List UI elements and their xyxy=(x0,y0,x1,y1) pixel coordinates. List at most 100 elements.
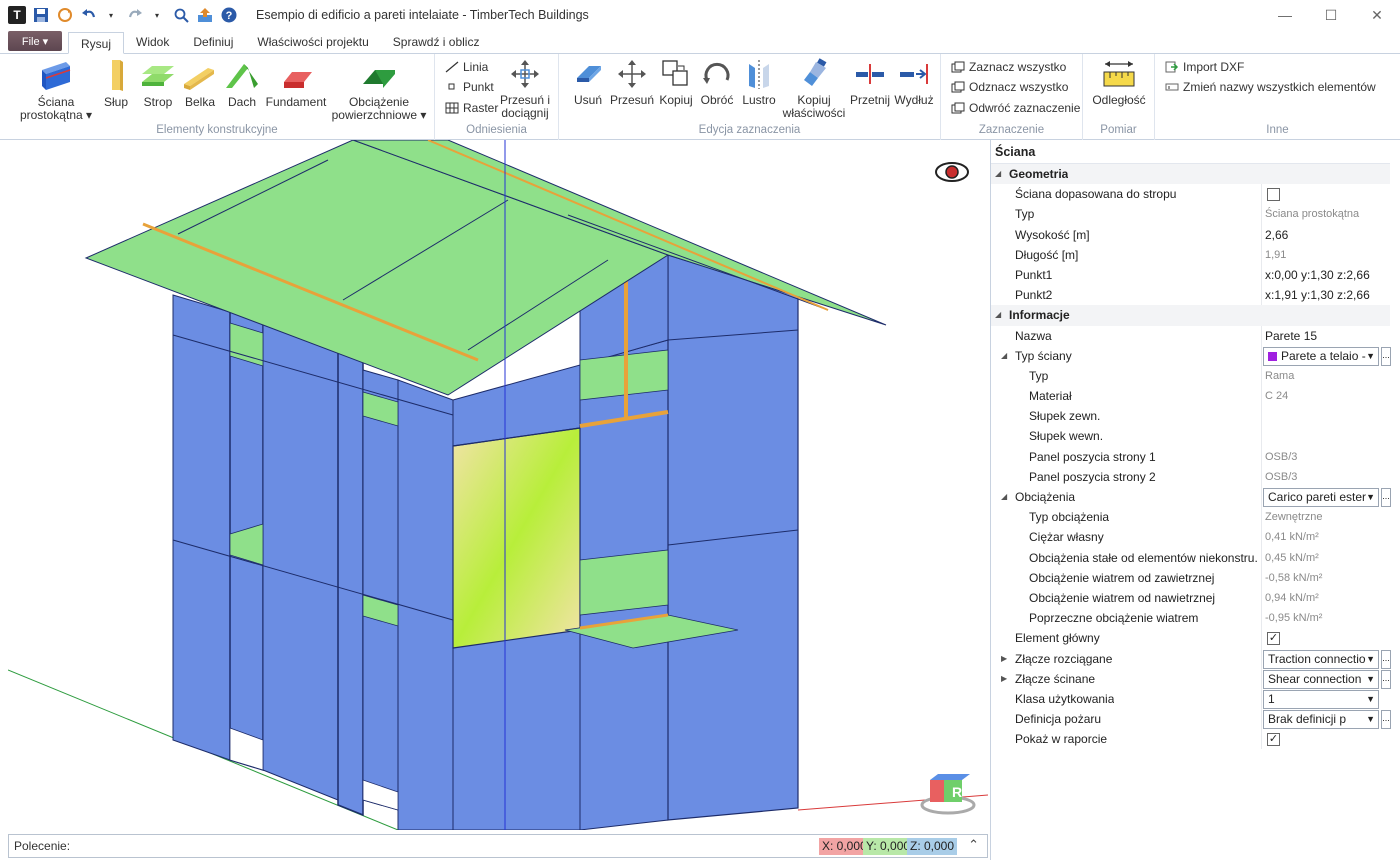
row-expander-icon[interactable]: ▶ xyxy=(1001,649,1007,669)
tab-project-properties[interactable]: Właściwości projektu xyxy=(245,31,380,53)
undo-dropdown-icon[interactable]: ▾ xyxy=(102,6,120,24)
property-dropdown[interactable]: Shear connection ▼ xyxy=(1263,669,1379,689)
building-model[interactable]: R xyxy=(8,140,988,830)
left-wall-panel-4[interactable] xyxy=(337,342,364,817)
row-expander-icon[interactable]: ◢ xyxy=(1001,346,1007,366)
select-all-button[interactable]: Zaznacz wszystko xyxy=(951,58,1066,76)
copy-button[interactable]: Kopiuj xyxy=(657,58,695,107)
zoom-icon[interactable] xyxy=(172,6,190,24)
group-structural-elements: Ściana prostokątna ▾ Słup Strop Belka Da… xyxy=(0,54,435,140)
property-dropdown[interactable]: Traction connectio ▼ xyxy=(1263,649,1379,669)
property-checkbox[interactable]: ✓ xyxy=(1267,733,1280,747)
deselect-all-icon xyxy=(951,81,965,93)
rename-icon xyxy=(1165,83,1179,91)
more-button[interactable]: ... xyxy=(1381,488,1391,507)
minimize-button[interactable]: — xyxy=(1262,0,1308,30)
snap-line-label: Linia xyxy=(463,60,489,74)
row-expander-icon[interactable]: ▶ xyxy=(1001,669,1007,689)
save-icon[interactable] xyxy=(32,6,50,24)
more-button[interactable]: ... xyxy=(1381,649,1391,669)
property-value[interactable]: x:0,00 y:1,30 z:2,66 xyxy=(1265,265,1387,285)
property-value[interactable]: 2,66 xyxy=(1265,225,1387,245)
copy-properties-button[interactable]: Kopiuj właściwości xyxy=(781,58,847,120)
extend-button[interactable]: Wydłuż xyxy=(893,58,935,107)
redo-dropdown-icon[interactable]: ▾ xyxy=(148,6,166,24)
slab-icon xyxy=(142,66,174,86)
property-dropdown[interactable]: Parete a telaio - ▼ xyxy=(1263,346,1379,366)
dropdown-value: 1 xyxy=(1268,691,1275,706)
property-label: Element główny xyxy=(1015,631,1100,646)
undo-icon[interactable] xyxy=(80,6,98,24)
redo-icon[interactable] xyxy=(126,6,144,24)
move-button[interactable]: Przesuń xyxy=(609,58,655,107)
property-row: Ściana dopasowana do stropu xyxy=(991,184,1390,205)
help-icon[interactable]: ? xyxy=(220,6,238,24)
left-wall-panel-3[interactable] xyxy=(262,321,339,801)
file-menu-button[interactable]: File ▾ xyxy=(8,31,62,51)
surface-load-button[interactable]: Obciążenie powierzchniowe ▾ xyxy=(330,58,428,122)
mirror-button[interactable]: Lustro xyxy=(739,58,779,107)
more-button[interactable]: ... xyxy=(1381,669,1391,689)
left-wall-panel-5[interactable] xyxy=(362,369,399,811)
property-value[interactable]: x:1,91 y:1,30 z:2,66 xyxy=(1265,285,1387,305)
tab-rysuj[interactable]: Rysuj xyxy=(68,32,125,54)
column-divider xyxy=(1261,345,1262,366)
invert-selection-button[interactable]: Odwróć zaznaczenie xyxy=(951,99,1080,117)
section-collapse-icon[interactable]: ◢ xyxy=(995,305,1001,325)
column-button[interactable]: Słup xyxy=(100,58,132,109)
column-divider xyxy=(1261,426,1262,447)
beam-button[interactable]: Belka xyxy=(180,58,220,109)
section-collapse-icon[interactable]: ◢ xyxy=(995,164,1001,184)
snap-line-toggle[interactable]: Linia xyxy=(445,58,488,76)
property-row: Obciążenie wiatrem od zawietrznej -0,58 k… xyxy=(991,567,1390,588)
import-dxf-button[interactable]: Import DXF xyxy=(1165,58,1244,76)
property-dropdown[interactable]: 1 ▼ xyxy=(1263,689,1379,709)
extend-icon xyxy=(900,64,928,84)
snap-grid-toggle[interactable]: Raster xyxy=(445,99,498,117)
tab-definiuj[interactable]: Definiuj xyxy=(181,31,245,53)
wall-button[interactable]: Ściana prostokątna ▾ xyxy=(14,58,98,122)
property-row: Poprzeczne obciążenie wiatrem -0,95 kN/m² xyxy=(991,608,1390,629)
slab-button[interactable]: Strop xyxy=(138,58,178,109)
tab-check-calculate[interactable]: Sprawdź i oblicz xyxy=(381,31,492,53)
maximize-button[interactable]: ☐ xyxy=(1308,0,1354,30)
property-dropdown[interactable]: Carico pareti ester ▼ xyxy=(1263,488,1379,507)
3d-viewport[interactable]: R xyxy=(8,140,988,830)
tab-widok[interactable]: Widok xyxy=(124,31,181,53)
export-icon[interactable] xyxy=(196,6,214,24)
property-dropdown[interactable]: Brak definicji p ▼ xyxy=(1263,710,1379,730)
refresh-icon[interactable] xyxy=(56,6,74,24)
rename-all-button[interactable]: Zmień nazwy wszystkich elementów xyxy=(1165,78,1376,96)
close-button[interactable]: ✕ xyxy=(1354,0,1400,30)
beam-label: Belka xyxy=(184,95,216,109)
roof-button[interactable]: Dach xyxy=(222,58,262,109)
visibility-eye-icon[interactable] xyxy=(935,162,969,182)
left-wall-panel-6[interactable] xyxy=(397,379,454,830)
foundation-button[interactable]: Fundament xyxy=(264,58,328,109)
cut-icon xyxy=(856,64,884,84)
more-button[interactable]: ... xyxy=(1381,346,1391,366)
property-value[interactable]: Parete 15 xyxy=(1265,326,1387,346)
distance-button[interactable]: Odległość xyxy=(1089,58,1149,107)
delete-button[interactable]: Usuń xyxy=(569,58,607,107)
property-row: Pokaż w raporcie ✓ xyxy=(991,729,1390,750)
more-button[interactable]: ... xyxy=(1381,710,1391,730)
cut-button[interactable]: Przetnij xyxy=(849,58,891,107)
move-snap-button[interactable]: Przesuń i dociągnij xyxy=(499,58,551,120)
deselect-all-button[interactable]: Odznacz wszystko xyxy=(951,78,1068,96)
property-label: Długość [m] xyxy=(1015,247,1079,262)
dropdown-value: Brak definicji p xyxy=(1268,712,1347,727)
roof-icon xyxy=(226,64,258,88)
property-checkbox[interactable]: ✓ xyxy=(1267,632,1280,646)
rotate-button[interactable]: Obróć xyxy=(697,58,737,107)
navigation-cube[interactable]: R xyxy=(920,774,976,815)
left-wall-panel-1[interactable] xyxy=(172,294,231,761)
property-section[interactable]: ◢ Geometria xyxy=(991,164,1390,185)
snap-point-toggle[interactable]: Punkt xyxy=(445,78,494,96)
selected-wall[interactable] xyxy=(452,427,581,649)
column-divider xyxy=(1261,406,1262,427)
row-expander-icon[interactable]: ◢ xyxy=(1001,487,1007,507)
chevron-up-icon[interactable]: ⌃ xyxy=(968,837,979,853)
property-section[interactable]: ◢ Informacje xyxy=(991,305,1390,326)
property-checkbox[interactable] xyxy=(1267,188,1280,202)
